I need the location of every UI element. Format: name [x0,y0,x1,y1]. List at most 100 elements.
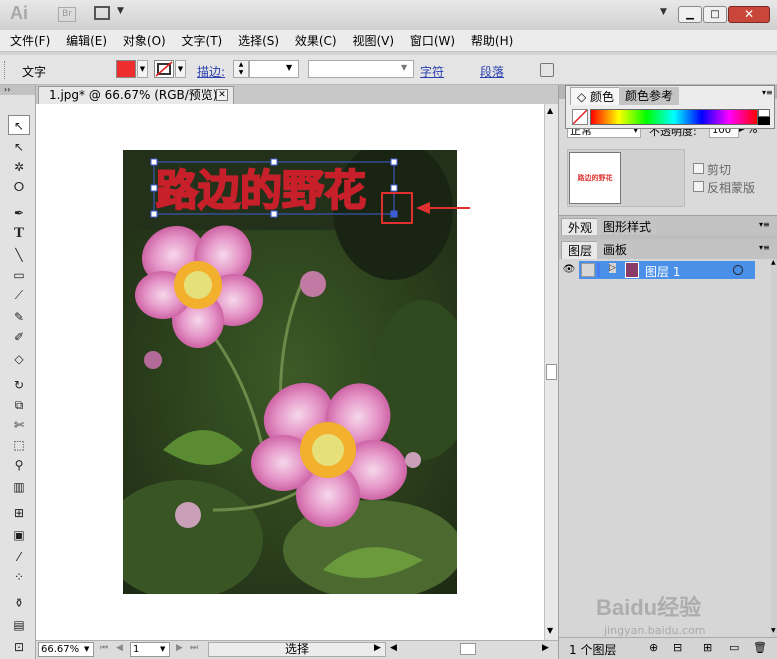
status-menu-icon[interactable]: ▶ [374,643,381,653]
tab-appearance[interactable]: 外观 [561,218,600,236]
scroll-thumb[interactable] [546,364,557,380]
menu-select[interactable]: 选择(S) [232,30,285,52]
tab-graphic-styles[interactable]: 图形样式 [597,218,658,236]
visibility-eye-icon[interactable]: 👁 [559,261,579,279]
layer-row[interactable]: 👁 ▷ 图层 1 [559,261,755,279]
style-dropdown[interactable] [308,60,414,78]
none-swatch-icon[interactable] [572,109,588,125]
status-tool-display[interactable]: 选择 [208,642,386,657]
chevron-down-icon[interactable]: ▼ [286,63,292,72]
maximize-button[interactable]: □ [703,6,727,23]
rectangle-tool-icon[interactable]: ▭ [8,265,30,285]
menu-file[interactable]: 文件(F) [4,30,56,52]
minimize-button[interactable]: ▁ [678,6,702,23]
color-spectrum-bar[interactable] [590,109,758,125]
shape-builder-tool-icon[interactable]: ⚲ [8,455,30,475]
vertical-scrollbar[interactable]: ▲ ▼ [544,104,558,640]
last-artboard-icon[interactable]: ⏭ [190,643,198,653]
paragraph-link[interactable]: 段落 [480,63,504,80]
hscroll-left-icon[interactable]: ◀ [390,643,397,653]
character-link[interactable]: 字符 [420,63,444,80]
invert-mask-checkbox[interactable] [693,181,704,192]
stroke-none-swatch[interactable] [154,60,174,78]
clip-checkbox[interactable] [693,163,704,174]
object-thumbnail[interactable]: 路边的野花 [569,152,621,204]
scale-tool-icon[interactable]: ⧉ [8,395,30,415]
artboard-canvas[interactable]: 路边的野花 [36,104,544,640]
align-icon[interactable] [540,63,554,77]
close-button[interactable]: ✕ [728,6,770,23]
line-tool-icon[interactable]: ╲ [8,245,30,265]
chevron-down-icon[interactable]: ▼ [160,645,165,653]
direct-selection-tool-icon[interactable]: ↖ [8,137,30,157]
pencil-tool-icon[interactable]: ✎ [8,307,30,327]
magic-wand-tool-icon[interactable]: ✲ [8,157,30,177]
make-clipping-mask-icon[interactable]: ⊟ [673,641,682,654]
menu-object[interactable]: 对象(O) [117,30,172,52]
selection-tool-icon[interactable]: ↖ [8,115,30,135]
layer-name[interactable]: 图层 1 [645,263,680,280]
symbol-sprayer-tool-icon[interactable]: ⚱ [8,593,30,613]
workspace-switcher-icon[interactable]: ▼ [660,7,667,17]
fill-color-swatch[interactable] [116,60,136,78]
close-tab-icon[interactable]: ✕ [216,89,228,101]
fill-dropdown-icon[interactable]: ▼ [137,60,148,78]
hscroll-thumb[interactable] [460,643,476,655]
layers-scrollbar[interactable]: ▲ ▼ [771,259,777,637]
tab-color-guide[interactable]: 颜色参考 [619,87,680,105]
artboard-tool-icon[interactable]: ⊡ [8,637,30,657]
column-graph-tool-icon[interactable]: ▤ [8,615,30,635]
gradient-tool-icon[interactable]: ▣ [8,525,30,545]
stroke-label[interactable]: 描边: [197,63,225,80]
panel-menu-icon[interactable]: ▾≡ [759,243,770,252]
tab-color[interactable]: ◇ 颜色 [570,87,622,105]
eraser-tool-icon[interactable]: ◇ [8,349,30,369]
hscroll-right-icon[interactable]: ▶ [542,643,549,653]
new-sublayer-icon[interactable]: ⊞ [703,641,712,654]
new-layer-icon[interactable]: ▭ [729,641,739,654]
delete-layer-icon[interactable]: 🗑 [753,641,767,654]
scroll-down-icon[interactable]: ▼ [771,627,776,634]
menu-type[interactable]: 文字(T) [176,30,229,52]
mesh-tool-icon[interactable]: ⊞ [8,503,30,523]
menu-edit[interactable]: 编辑(E) [60,30,113,52]
scroll-down-icon[interactable]: ▼ [547,626,553,635]
warp-tool-icon[interactable]: ✄ [8,415,30,435]
chevron-down-icon[interactable]: ▼ [401,63,407,72]
target-circle-icon[interactable] [733,265,743,275]
menu-view[interactable]: 视图(V) [346,30,400,52]
first-artboard-icon[interactable]: ⏮ [100,643,108,653]
chevron-down-icon[interactable]: ▼ [117,6,124,16]
scroll-up-icon[interactable]: ▲ [547,106,553,115]
stroke-dropdown-icon[interactable]: ▼ [175,60,186,78]
blob-brush-tool-icon[interactable]: ✐ [8,327,30,347]
paintbrush-tool-icon[interactable]: ⟋ [8,285,30,305]
tab-layers[interactable]: 图层 [561,241,600,259]
blend-tool-icon[interactable]: ⁘ [8,567,30,587]
type-tool-icon[interactable]: T [8,223,30,243]
scroll-up-icon[interactable]: ▲ [771,259,776,266]
document-tab[interactable]: 1.jpg* @ 66.67% (RGB/预览) [38,86,234,104]
chevron-down-icon[interactable]: ▼ [84,645,89,653]
panel-menu-icon[interactable]: ▾≡ [762,88,773,97]
pen-tool-icon[interactable]: ✒ [8,203,30,223]
eyedropper-tool-icon[interactable]: ⁄ [8,547,30,567]
locate-object-icon[interactable]: ⊕ [649,641,658,654]
lock-toggle[interactable] [581,263,595,277]
stroke-weight-stepper[interactable]: ▲ ▼ [233,60,249,78]
next-artboard-icon[interactable]: ▶ [176,643,183,653]
rotate-tool-icon[interactable]: ↻ [8,375,30,395]
selected-text-object[interactable]: 路边的野花 [148,158,400,218]
menu-window[interactable]: 窗口(W) [404,30,461,52]
prev-artboard-icon[interactable]: ◀ [116,643,123,653]
expand-layer-icon[interactable]: ▷ [609,263,616,273]
menu-help[interactable]: 帮助(H) [465,30,519,52]
tab-artboards[interactable]: 画板 [597,241,634,259]
white-swatch[interactable] [758,109,770,117]
free-transform-tool-icon[interactable]: ⬚ [8,435,30,455]
lasso-tool-icon[interactable]: ⵔ [8,177,30,197]
bridge-button[interactable]: Br [58,7,76,22]
panel-menu-icon[interactable]: ▾≡ [759,220,770,229]
graph-tool-icon[interactable]: ▥ [8,477,30,497]
menu-effect[interactable]: 效果(C) [289,30,343,52]
